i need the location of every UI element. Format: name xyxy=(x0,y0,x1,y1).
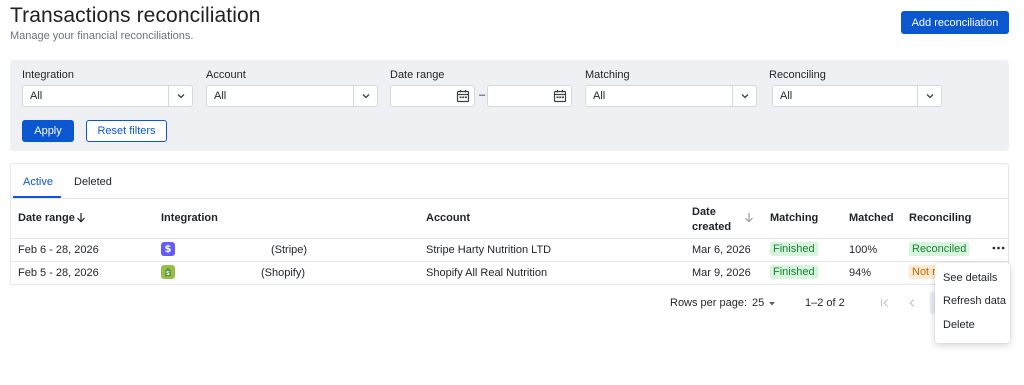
column-header-date-created-line1: Date xyxy=(692,206,716,218)
tabs-divider xyxy=(11,198,1008,199)
column-header-date-range[interactable]: Date range xyxy=(18,212,85,224)
chevron-down-icon xyxy=(168,86,192,106)
rows-per-page-select[interactable]: 25 xyxy=(750,297,780,311)
row-divider xyxy=(11,261,1008,262)
date-to-input[interactable] xyxy=(487,85,572,107)
row-date-range: Feb 6 - 28, 2026 xyxy=(18,244,99,256)
add-reconciliation-button[interactable]: Add reconciliation xyxy=(901,11,1009,34)
page-subtitle: Manage your financial reconciliations. xyxy=(10,30,194,42)
row-date-created: Mar 6, 2026 xyxy=(692,244,751,256)
column-header-reconciling[interactable]: Reconciling xyxy=(909,212,971,224)
integration-select-value: All xyxy=(30,90,43,102)
integration-filter-label: Integration xyxy=(22,69,74,81)
rows-per-page-value: 25 xyxy=(752,297,765,309)
pagination-range: 1–2 of 2 xyxy=(805,297,845,309)
row-account: Shopify All Real Nutrition xyxy=(426,267,548,279)
matching-status-badge: Finished xyxy=(770,265,818,279)
row-divider xyxy=(11,284,1008,285)
svg-text:S: S xyxy=(166,271,170,277)
column-header-matching[interactable]: Matching xyxy=(770,212,818,224)
integration-select[interactable]: All xyxy=(22,85,193,107)
more-options-icon[interactable] xyxy=(988,242,1008,254)
row-actions-menu: See details Refresh data Delete xyxy=(935,263,1010,343)
row-integration: (Stripe) xyxy=(271,244,308,256)
date-range-filter-label: Date range xyxy=(390,69,445,81)
reconciling-select[interactable]: All xyxy=(772,85,942,107)
previous-page-icon[interactable] xyxy=(905,296,919,310)
date-range-separator: – xyxy=(479,89,486,101)
matching-status-badge: Finished xyxy=(770,242,818,256)
page-title: Transactions reconciliation xyxy=(10,4,261,27)
row-integration: (Shopify) xyxy=(261,267,306,279)
menu-item-delete[interactable]: Delete xyxy=(943,319,975,331)
chevron-down-icon xyxy=(732,86,756,106)
matching-filter-label: Matching xyxy=(585,69,630,81)
stripe-icon: $ xyxy=(161,242,175,256)
tab-active[interactable]: Active xyxy=(23,176,53,188)
chevron-down-icon xyxy=(353,86,377,106)
column-header-integration[interactable]: Integration xyxy=(161,212,218,224)
account-filter-label: Account xyxy=(206,69,246,81)
account-select[interactable]: All xyxy=(206,85,378,107)
tab-deleted[interactable]: Deleted xyxy=(74,176,112,188)
caret-down-icon xyxy=(769,302,775,306)
column-header-account[interactable]: Account xyxy=(426,212,470,224)
row-matched: 100% xyxy=(849,244,878,256)
row-divider xyxy=(11,238,1008,239)
row-matched: 94% xyxy=(849,267,872,279)
sort-descending-icon xyxy=(77,213,85,223)
reset-filters-button[interactable]: Reset filters xyxy=(86,120,167,142)
column-header-date-created-line2: created xyxy=(692,221,732,233)
sort-icon[interactable] xyxy=(744,212,754,223)
chevron-down-icon xyxy=(917,86,941,106)
column-header-matched[interactable]: Matched xyxy=(849,212,894,224)
matching-select-value: All xyxy=(593,90,606,102)
rows-per-page-label: Rows per page: xyxy=(670,297,748,309)
reconciling-filter-label: Reconciling xyxy=(769,69,826,81)
apply-button[interactable]: Apply xyxy=(22,120,74,142)
menu-item-see-details[interactable]: See details xyxy=(943,272,997,284)
filter-panel: Integration All Account All Date range –… xyxy=(10,60,1009,151)
reconciliations-table: Active Deleted Date range Integration Ac… xyxy=(10,163,1009,285)
date-from-input[interactable] xyxy=(390,85,475,107)
column-header-date-created[interactable]: Date created xyxy=(692,205,731,235)
first-page-icon[interactable] xyxy=(878,296,892,310)
account-select-value: All xyxy=(214,90,227,102)
matching-select[interactable]: All xyxy=(585,85,757,107)
calendar-icon[interactable] xyxy=(456,89,470,103)
reconciling-select-value: All xyxy=(780,90,793,102)
row-date-created: Mar 9, 2026 xyxy=(692,267,751,279)
reconciling-status-badge: Reconciled xyxy=(909,242,970,256)
row-date-range: Feb 5 - 28, 2026 xyxy=(18,267,99,279)
shopify-icon: S xyxy=(161,265,175,279)
menu-item-refresh-data[interactable]: Refresh data xyxy=(943,295,1006,307)
row-account: Stripe Harty Nutrition LTD xyxy=(426,244,552,256)
column-header-label: Date range xyxy=(18,212,75,224)
calendar-icon[interactable] xyxy=(553,89,567,103)
